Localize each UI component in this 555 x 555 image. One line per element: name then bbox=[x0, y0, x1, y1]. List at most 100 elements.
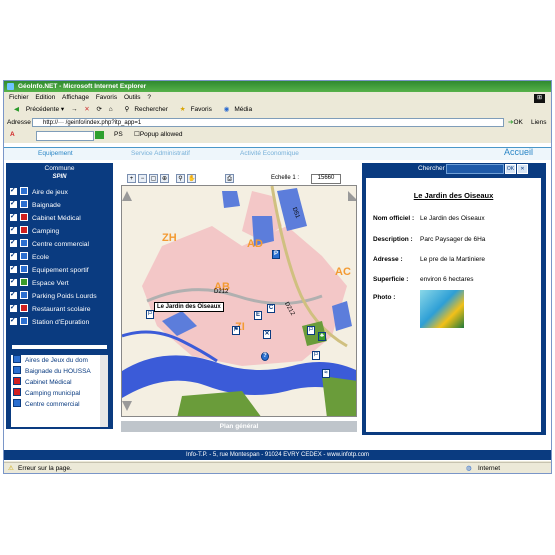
back-button[interactable]: ◀ Précédente ▾ bbox=[9, 104, 64, 116]
plan-general-button[interactable]: Plan général bbox=[121, 421, 357, 432]
green-zone bbox=[322, 376, 356, 416]
menu-help[interactable]: ? bbox=[147, 92, 151, 103]
accueil-link[interactable]: Accueil bbox=[504, 147, 533, 157]
stop-button[interactable]: ✕ bbox=[84, 104, 89, 116]
shop-icon[interactable]: C bbox=[267, 304, 275, 313]
list-item[interactable]: Centre commercial bbox=[11, 399, 100, 410]
sport-icon bbox=[20, 265, 28, 274]
media-button[interactable]: ◉ Média bbox=[219, 104, 252, 116]
extra-toolbar: A PS ☐Popup allowed bbox=[4, 129, 551, 141]
school-icon[interactable]: E bbox=[254, 311, 262, 320]
road-label: D212 bbox=[214, 289, 229, 295]
links-label[interactable]: Liens bbox=[531, 117, 547, 128]
print-icon[interactable]: ⎙ bbox=[225, 174, 234, 183]
sidebar-item-aire-de-jeux[interactable]: Aire de jeux bbox=[10, 185, 68, 198]
playground-icon[interactable]: ⚐ bbox=[146, 310, 154, 319]
restaurant-icon[interactable]: ✕ bbox=[263, 330, 271, 339]
swimming-icon bbox=[13, 366, 21, 375]
sidebar-item-camping[interactable]: Camping bbox=[10, 224, 59, 237]
go-button[interactable]: ➔OK bbox=[508, 117, 523, 128]
tab-equipement[interactable]: Equipement bbox=[38, 148, 73, 160]
tree-icon bbox=[20, 278, 28, 287]
tree-icon[interactable]: ♣ bbox=[318, 332, 326, 341]
home-button[interactable]: ⌂ bbox=[109, 104, 113, 116]
acrobat-icon[interactable]: A bbox=[10, 129, 15, 141]
list-scrollbar[interactable] bbox=[100, 355, 108, 427]
green-go-icon[interactable] bbox=[95, 131, 104, 139]
zoom-out-icon[interactable]: − bbox=[138, 174, 147, 183]
menu-fichier[interactable]: Fichier bbox=[9, 92, 29, 103]
menu-affichage[interactable]: Affichage bbox=[62, 92, 89, 103]
page-footer: Info-T.P. - 5, rue Montespan - 91024 EVR… bbox=[4, 450, 551, 460]
checkbox[interactable] bbox=[10, 302, 17, 313]
info-marker-icon[interactable]: ? bbox=[261, 352, 269, 361]
shop-icon bbox=[20, 239, 28, 248]
list-item[interactable]: Baignade du HOUSSA bbox=[11, 366, 100, 377]
sidebar-item-equipement-sportif[interactable]: Equipement sportif bbox=[10, 263, 89, 276]
checkbox[interactable] bbox=[10, 224, 17, 235]
address-input[interactable]: http://··· /geinfo/index.php?itp_app=1 bbox=[32, 118, 504, 127]
checkbox[interactable] bbox=[10, 185, 17, 196]
ok-button[interactable]: OK bbox=[505, 164, 516, 174]
list-item[interactable]: Camping municipal bbox=[11, 388, 100, 399]
address-bar: Adresse http://··· /geinfo/index.php?itp… bbox=[4, 117, 551, 128]
tent-icon bbox=[13, 388, 21, 397]
search-button[interactable]: ⚲ Rechercher bbox=[120, 104, 168, 116]
refresh-button[interactable]: ⟳ bbox=[97, 104, 102, 116]
list-item[interactable]: Cabinet Médical bbox=[11, 377, 100, 388]
checkbox[interactable] bbox=[10, 198, 17, 209]
zoom-full-icon[interactable]: ⊕ bbox=[160, 174, 169, 183]
category-tabs: Equipement Service Administratif Activit… bbox=[4, 147, 551, 160]
checkbox[interactable] bbox=[10, 289, 17, 300]
extra-dropdown[interactable] bbox=[36, 131, 94, 141]
sidebar-item-station-epuration[interactable]: Station d'Epuration bbox=[10, 315, 89, 328]
parking-icon[interactable]: P bbox=[272, 250, 280, 259]
error-icon[interactable]: ⚠ bbox=[8, 463, 14, 473]
checkbox[interactable] bbox=[10, 263, 17, 274]
list-item[interactable]: Aires de Jeux du dom bbox=[11, 355, 100, 366]
tab-activite-economique[interactable]: Activité Economique bbox=[240, 148, 299, 160]
checkbox[interactable] bbox=[10, 315, 17, 326]
checkbox[interactable] bbox=[10, 211, 17, 222]
info-search-icon[interactable]: ⚲ bbox=[176, 174, 185, 183]
checkbox[interactable] bbox=[10, 276, 17, 287]
map-view[interactable]: ZH AD AC ZI AB D51 D212 D212 P C E ⚑ ✕ ⚐… bbox=[121, 185, 357, 417]
menu-edition[interactable]: Edition bbox=[35, 92, 55, 103]
sidebar-item-restaurant-scolaire[interactable]: Restaurant scolaire bbox=[10, 302, 91, 315]
menu-outils[interactable]: Outils bbox=[124, 92, 141, 103]
echelle-input[interactable]: 15660 bbox=[311, 174, 341, 184]
sidebar-item-cabinet-medical[interactable]: Cabinet Médical bbox=[10, 211, 81, 224]
sidebar-item-baignade[interactable]: Baignade bbox=[10, 198, 61, 211]
forward-button[interactable]: → bbox=[71, 104, 78, 116]
playground-icon bbox=[13, 355, 21, 364]
checkbox[interactable] bbox=[10, 237, 17, 248]
sidebar-item-centre-commercial[interactable]: Centre commercial bbox=[10, 237, 89, 250]
zoom-in-icon[interactable]: + bbox=[127, 174, 136, 183]
close-icon[interactable]: ✕ bbox=[517, 164, 528, 174]
sport-icon[interactable]: ⚑ bbox=[232, 326, 240, 335]
playground-icon[interactable]: ⚐ bbox=[307, 326, 315, 335]
search-input[interactable] bbox=[446, 164, 504, 174]
ps-button[interactable]: PS bbox=[114, 129, 123, 141]
pan-hand-icon[interactable]: ✋ bbox=[187, 174, 196, 183]
green-zone bbox=[177, 391, 261, 416]
checkbox[interactable] bbox=[10, 250, 17, 261]
sidebar-item-parking-poids-lourds[interactable]: Parking Poids Lourds bbox=[10, 289, 97, 302]
windows-logo-icon: ⊞ bbox=[534, 94, 545, 103]
zoom-box-icon[interactable]: ▢ bbox=[149, 174, 158, 183]
detail-card: Le Jardin des Oiseaux Nom officiel : Le … bbox=[366, 178, 541, 432]
field-value: Le pre de la Martiniere bbox=[420, 256, 486, 263]
water-treatment-icon bbox=[20, 317, 28, 326]
tab-service-administratif[interactable]: Service Administratif bbox=[131, 148, 190, 160]
sidebar-item-espace-vert[interactable]: Espace Vert bbox=[10, 276, 69, 289]
result-list[interactable]: Aires de Jeux du dom Baignade du HOUSSA … bbox=[11, 355, 100, 427]
swimming-icon[interactable]: ≈ bbox=[322, 369, 330, 378]
menu-favoris[interactable]: Favoris bbox=[96, 92, 117, 103]
pan-arrow-nw-icon[interactable] bbox=[122, 191, 132, 201]
echelle-label: Echelle 1 : bbox=[271, 175, 300, 181]
pan-arrow-ne-icon[interactable] bbox=[348, 191, 357, 201]
pan-arrow-sw-icon[interactable] bbox=[122, 401, 132, 411]
playground-icon[interactable]: ⚐ bbox=[312, 351, 320, 360]
sidebar-item-ecole[interactable]: Ecole bbox=[10, 250, 49, 263]
favorites-button[interactable]: ★ Favoris bbox=[175, 104, 212, 116]
